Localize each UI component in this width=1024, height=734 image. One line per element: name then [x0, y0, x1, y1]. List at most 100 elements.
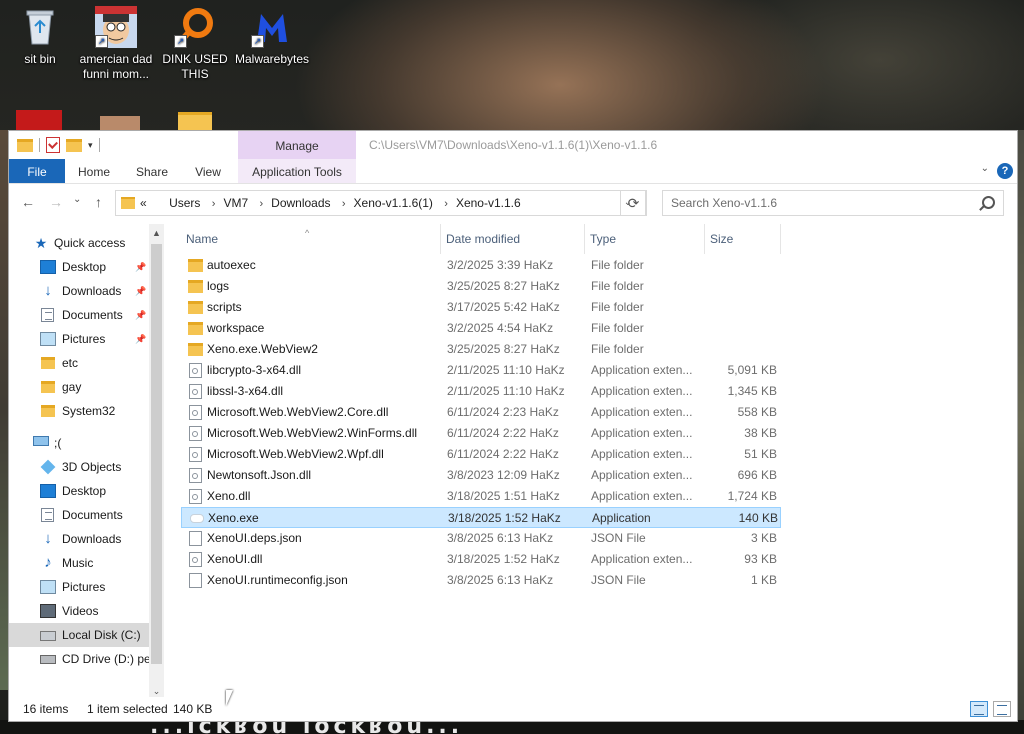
pin-icon[interactable]: 📌 — [135, 327, 146, 351]
table-row[interactable]: Microsoft.Web.WebView2.Wpf.dll 6/11/2024 … — [181, 444, 781, 465]
nav-item-3d-objects[interactable]: 3D Objects — [9, 455, 149, 479]
desktop-icon-american-dad[interactable]: ↗ amercian dad funni mom... — [76, 0, 156, 82]
nav-item-downloads[interactable]: ↓ Downloads 📌 — [9, 279, 149, 303]
nav-item-quick-access[interactable]: ★ Quick access — [9, 231, 149, 255]
file-size: 51 KB — [744, 447, 777, 461]
nav-item-this-pc[interactable]: ;( — [9, 431, 149, 455]
table-row[interactable]: Xeno.exe 3/18/2025 1:52 HaKz Application 14… — [181, 507, 781, 528]
file-type: JSON File — [591, 531, 646, 545]
nav-item-pictures[interactable]: Pictures 📌 — [9, 327, 149, 351]
file-date-modified: 3/18/2025 1:52 HaKz — [447, 552, 560, 566]
nav-item-local-disk[interactable]: Local Disk (C:) — [9, 623, 149, 647]
table-row[interactable]: XenoUI.deps.json 3/8/2025 6:13 HaKz JSON F… — [181, 528, 781, 549]
nav-item-documents[interactable]: Documents 📌 — [9, 303, 149, 327]
breadcrumb-overflow[interactable]: « — [140, 196, 147, 210]
chevron-right-icon[interactable]: › — [259, 198, 263, 210]
nav-item-gay[interactable]: gay — [9, 375, 149, 399]
scroll-down-icon[interactable]: ⌄ — [149, 686, 164, 697]
nav-item-label: Downloads — [62, 532, 122, 546]
tab-home[interactable]: Home — [71, 159, 117, 183]
nav-item-cd-drive[interactable]: CD Drive (D:) per — [9, 647, 149, 671]
recent-locations-icon[interactable]: ⌄ — [73, 194, 81, 205]
navigation-pane-scrollbar[interactable]: ▲ ⌄ — [149, 224, 164, 697]
nav-item-label: Desktop — [62, 260, 107, 274]
breadcrumb-xeno-current[interactable]: Xeno-v1.1.6 — [456, 196, 521, 210]
file-name: Xeno.exe — [208, 511, 259, 525]
breadcrumb-vm7[interactable]: VM7 — [223, 196, 248, 210]
nav-item-videos[interactable]: Videos — [9, 599, 149, 623]
back-arrow-icon[interactable]: ← — [21, 194, 35, 210]
file-name: libcrypto-3-x64.dll — [207, 363, 302, 377]
desktop-icon-dink[interactable]: ↗ DINK USED THIS — [155, 0, 235, 82]
details-view-icon[interactable] — [970, 701, 988, 717]
tab-share[interactable]: Share — [129, 159, 175, 183]
breadcrumb-xeno-parent[interactable]: Xeno-v1.1.6(1) — [354, 196, 433, 210]
desktop-icon-malwarebytes[interactable]: ↗ Malwarebytes — [232, 0, 312, 67]
table-row[interactable]: autoexec 3/2/2025 3:39 HaKz File folder — [181, 255, 781, 276]
search-input[interactable]: Search Xeno-v1.1.6 — [662, 190, 1004, 216]
file-size: 93 KB — [744, 552, 777, 566]
forward-arrow-icon[interactable]: → — [49, 194, 63, 210]
nav-item-etc[interactable]: etc — [9, 351, 149, 375]
refresh-icon[interactable]: ⟳ — [620, 190, 647, 216]
address-bar[interactable]: « Users › VM7 › Downloads › Xeno-v1.1.6(1) … — [115, 190, 647, 216]
nav-item-label: 3D Objects — [62, 460, 122, 474]
chevron-right-icon[interactable]: › — [444, 198, 448, 210]
customize-dropdown-icon[interactable]: ▾ — [88, 140, 93, 151]
scroll-up-icon[interactable]: ▲ — [149, 228, 164, 238]
nav-item-desktop-pc[interactable]: Desktop — [9, 479, 149, 503]
properties-icon[interactable] — [46, 137, 60, 153]
desktop-icon-recycle-bin[interactable]: sit bin — [0, 0, 80, 67]
nav-item-documents-pc[interactable]: Documents — [9, 503, 149, 527]
table-row[interactable]: scripts 3/17/2025 5:42 HaKz File folder — [181, 297, 781, 318]
table-row[interactable]: libcrypto-3-x64.dll 2/11/2025 11:10 HaKz A… — [181, 360, 781, 381]
nav-item-pictures-pc[interactable]: Pictures — [9, 575, 149, 599]
chevron-right-icon[interactable]: › — [212, 198, 216, 210]
download-icon: ↓ — [44, 282, 52, 299]
nav-item-system32[interactable]: System32 — [9, 399, 149, 423]
file-name: Xeno.dll — [207, 489, 251, 503]
column-header-name[interactable]: Name ^ — [181, 224, 441, 254]
tab-view[interactable]: View — [185, 159, 231, 183]
table-row[interactable]: Xeno.dll 3/18/2025 1:51 HaKz Application e… — [181, 486, 781, 507]
separator — [39, 138, 40, 152]
hidden-desktop-icon — [100, 116, 140, 130]
nav-item-desktop[interactable]: Desktop 📌 — [9, 255, 149, 279]
help-icon[interactable]: ? — [997, 163, 1013, 179]
large-icons-view-icon[interactable] — [993, 701, 1011, 717]
file-type: Application exten... — [591, 384, 693, 398]
status-selection: 1 item selected — [87, 702, 168, 716]
pin-icon[interactable]: 📌 — [135, 279, 146, 303]
breadcrumb-downloads[interactable]: Downloads — [271, 196, 330, 210]
table-row[interactable]: workspace 3/2/2025 4:54 HaKz File folder — [181, 318, 781, 339]
chevron-down-icon[interactable]: ⌄ — [981, 163, 989, 174]
pin-icon[interactable]: 📌 — [135, 255, 146, 279]
table-row[interactable]: Newtonsoft.Json.dll 3/8/2023 12:09 HaKz Ap… — [181, 465, 781, 486]
breadcrumb-users[interactable]: Users — [169, 196, 200, 210]
scrollbar-thumb[interactable] — [151, 244, 162, 664]
table-row[interactable]: Microsoft.Web.WebView2.WinForms.dll 6/11/… — [181, 423, 781, 444]
up-arrow-icon[interactable]: ↑ — [95, 194, 102, 210]
table-row[interactable]: XenoUI.runtimeconfig.json 3/8/2025 6:13 H… — [181, 570, 781, 591]
new-folder-icon[interactable] — [66, 138, 82, 152]
chevron-right-icon[interactable]: › — [342, 198, 346, 210]
column-header-date[interactable]: Date modified — [441, 224, 585, 254]
table-row[interactable]: Microsoft.Web.WebView2.Core.dll 6/11/2024… — [181, 402, 781, 423]
folder-icon[interactable] — [17, 138, 33, 152]
nav-item-label: Desktop — [62, 484, 107, 498]
column-header-size[interactable]: Size — [705, 224, 781, 254]
tab-application-tools[interactable]: Application Tools — [238, 159, 356, 183]
tab-file[interactable]: File — [9, 159, 65, 183]
tab-manage[interactable]: Manage — [238, 131, 356, 159]
table-row[interactable]: XenoUI.dll 3/18/2025 1:52 HaKz Application… — [181, 549, 781, 570]
column-header-type[interactable]: Type — [585, 224, 705, 254]
file-name: Xeno.exe.WebView2 — [207, 342, 318, 356]
pin-icon[interactable]: 📌 — [135, 303, 146, 327]
nav-item-music[interactable]: ♪ Music — [9, 551, 149, 575]
table-row[interactable]: logs 3/25/2025 8:27 HaKz File folder — [181, 276, 781, 297]
table-row[interactable]: Xeno.exe.WebView2 3/25/2025 8:27 HaKz File… — [181, 339, 781, 360]
separator — [98, 138, 100, 152]
table-row[interactable]: libssl-3-x64.dll 2/11/2025 11:10 HaKz Appl… — [181, 381, 781, 402]
nav-item-downloads-pc[interactable]: ↓ Downloads — [9, 527, 149, 551]
file-list: Name ^ Date modified Type Size autoexec 3… — [181, 224, 1011, 697]
